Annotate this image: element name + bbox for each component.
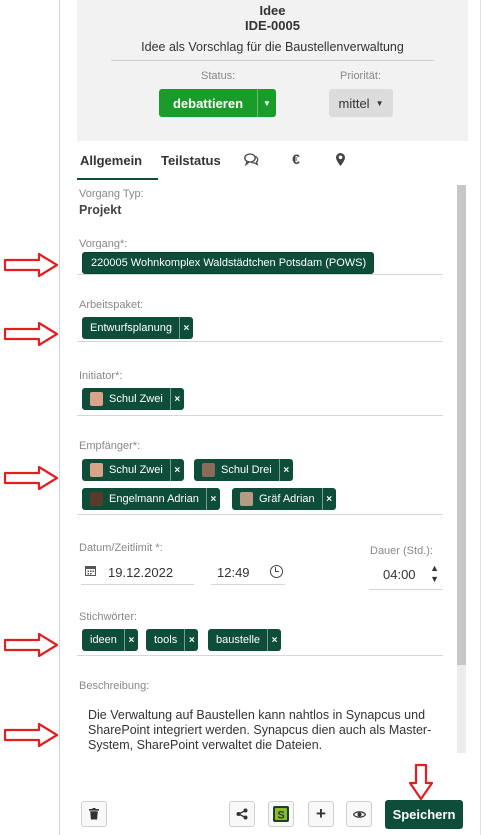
annotation-arrow-icon: [3, 321, 59, 347]
left-divider: [59, 0, 60, 835]
vorgang-typ-value: Projekt: [79, 203, 122, 217]
empfaenger-field[interactable]: Schul Zwei × Schul Drei × Engelmann Adri…: [77, 453, 443, 515]
record-id: IDE-0005: [245, 18, 300, 33]
vorgang-tag[interactable]: 220005 Wohnkomplex Waldstädtchen Potsdam…: [82, 252, 374, 274]
spinner-arrows-icon[interactable]: ▲ ▼: [430, 563, 439, 585]
tag-label: baustelle: [216, 634, 261, 646]
arbeitspaket-field[interactable]: Entwurfsplanung ×: [77, 311, 443, 342]
initiator-tag[interactable]: Schul Zwei ×: [82, 388, 184, 410]
initiator-label: Initiator*:: [79, 370, 123, 382]
remove-tag-icon[interactable]: ×: [205, 488, 220, 510]
remove-tag-icon[interactable]: ×: [178, 317, 193, 339]
duration-input[interactable]: 04:00 ▲ ▼: [369, 560, 443, 590]
add-button[interactable]: +: [308, 801, 334, 827]
record-type: Idee: [259, 3, 286, 18]
dauer-label: Dauer (Std.):: [370, 545, 433, 557]
status-label: Status:: [201, 70, 236, 82]
share-icon: [236, 808, 248, 820]
tag-label: Schul Drei: [221, 464, 272, 476]
vorgang-field[interactable]: 220005 Wohnkomplex Waldstädtchen Potsdam…: [77, 249, 443, 275]
comments-icon[interactable]: [242, 149, 260, 169]
time-value: 12:49: [217, 564, 250, 580]
avatar: [90, 392, 103, 406]
annotation-arrow-icon: [3, 465, 59, 491]
keyword-tag[interactable]: baustelle ×: [208, 629, 282, 651]
right-divider: [480, 0, 481, 835]
remove-tag-icon[interactable]: ×: [123, 629, 138, 651]
sharepoint-button[interactable]: S: [268, 801, 294, 827]
avatar: [90, 463, 103, 477]
remove-tag-icon[interactable]: ×: [169, 459, 184, 481]
empfaenger-tag[interactable]: Engelmann Adrian ×: [82, 488, 220, 510]
empfaenger-tag[interactable]: Schul Zwei ×: [82, 459, 184, 481]
tag-label: ideen: [90, 634, 117, 646]
date-value: 19.12.2022: [108, 564, 174, 580]
delete-button[interactable]: [81, 801, 107, 827]
status-dropdown[interactable]: debattieren ▼: [159, 89, 276, 117]
priority-label: Priorität:: [340, 70, 381, 82]
active-tab-indicator: [77, 178, 158, 180]
map-marker-icon[interactable]: [331, 149, 349, 169]
header-divider: [111, 60, 434, 61]
beschreibung-label: Beschreibung:: [79, 680, 150, 692]
empfaenger-label: Empfänger*:: [79, 440, 141, 452]
eye-icon: [352, 810, 366, 818]
remove-tag-icon[interactable]: ×: [169, 388, 184, 410]
tag-label: Schul Zwei: [109, 393, 163, 405]
date-input[interactable]: 19.12.2022: [81, 560, 194, 585]
remove-tag-icon[interactable]: ×: [267, 629, 281, 651]
vorgang-typ-label: Vorgang Typ:: [79, 188, 144, 200]
remove-tag-icon[interactable]: ×: [184, 629, 198, 651]
status-value: debattieren: [172, 95, 244, 111]
euro-icon[interactable]: €: [287, 149, 305, 169]
vorgang-tag-label: 220005 Wohnkomplex Waldstädtchen Potsdam…: [91, 257, 367, 269]
empfaenger-tag[interactable]: Gräf Adrian ×: [232, 488, 336, 510]
remove-tag-icon[interactable]: ×: [321, 488, 336, 510]
time-input[interactable]: 12:49: [211, 560, 285, 585]
annotation-arrow-down-icon: [408, 763, 434, 801]
priority-value: mittel: [338, 95, 370, 111]
clock-icon: [270, 565, 283, 578]
avatar: [240, 492, 253, 506]
avatar: [90, 492, 103, 506]
datum-label: Datum/Zeitlimit *:: [79, 542, 163, 554]
trash-icon: [89, 808, 99, 820]
caret-down-icon: ▼: [263, 98, 271, 108]
tag-label: Entwurfsplanung: [90, 322, 172, 334]
duration-value: 04:00: [383, 567, 416, 582]
avatar: [202, 463, 215, 477]
share-button[interactable]: [229, 801, 255, 827]
arbeitspaket-tag[interactable]: Entwurfsplanung ×: [82, 317, 193, 339]
description-textarea[interactable]: Die Verwaltung auf Baustellen kann nahtl…: [77, 695, 443, 753]
record-title: Idee als Vorschlag für die Baustellenver…: [141, 40, 404, 54]
remove-tag-icon[interactable]: ×: [278, 459, 293, 481]
save-button[interactable]: Speichern: [385, 800, 463, 829]
keyword-tag[interactable]: ideen ×: [82, 629, 138, 651]
action-bar: S + Speichern: [60, 753, 480, 835]
caret-down-icon: ▼: [375, 98, 384, 108]
annotation-arrow-icon: [3, 722, 59, 748]
annotation-arrow-icon: [3, 632, 59, 658]
stichwoerter-label: Stichwörter:: [79, 611, 138, 623]
priority-dropdown[interactable]: mittel ▼: [329, 89, 393, 117]
tag-label: Schul Zwei: [109, 464, 163, 476]
annotation-arrow-icon: [3, 252, 59, 278]
tag-label: Engelmann Adrian: [109, 493, 199, 505]
view-button[interactable]: [346, 801, 372, 827]
empfaenger-tag[interactable]: Schul Drei ×: [194, 459, 293, 481]
keyword-tag[interactable]: tools ×: [146, 629, 199, 651]
svg-text:S: S: [277, 810, 284, 822]
tab-allgemein[interactable]: Allgemein: [80, 153, 142, 168]
tag-label: Gräf Adrian: [259, 493, 315, 505]
tab-bar: Allgemein Teilstatus €: [77, 143, 468, 180]
header-card: Idee IDE-0005 Idee als Vorschlag für die…: [77, 0, 468, 141]
sharepoint-icon: S: [273, 806, 289, 822]
stichwoerter-field[interactable]: ideen × tools × baustelle ×: [77, 623, 443, 656]
form-area: Vorgang Typ: Projekt Vorgang*: 220005 Wo…: [77, 185, 468, 753]
tab-teilstatus[interactable]: Teilstatus: [161, 153, 221, 168]
calendar-icon: [85, 565, 103, 579]
tag-label: tools: [154, 634, 178, 646]
arbeitspaket-label: Arbeitspaket:: [79, 299, 144, 311]
initiator-field[interactable]: Schul Zwei ×: [77, 382, 443, 416]
